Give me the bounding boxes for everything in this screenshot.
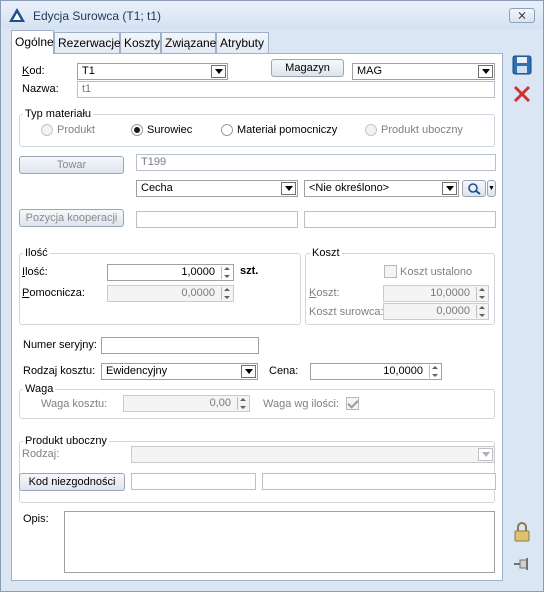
kod-niezgodnosci-button[interactable]: Kod niezgodności bbox=[19, 473, 125, 491]
koszt-value: 10,0000 bbox=[430, 287, 470, 299]
radio-produkt[interactable] bbox=[41, 124, 53, 136]
rodzaj-kosztu-select[interactable]: Ewidencyjny bbox=[101, 363, 258, 380]
pin-icon bbox=[514, 558, 528, 570]
pin-button[interactable] bbox=[510, 553, 534, 575]
dialog-window: Edycja Surowca (T1; t1) ⨯ Ogólne Rezerwa… bbox=[0, 0, 544, 592]
waga-wg-ilosci-checkbox[interactable] bbox=[346, 397, 359, 410]
kod-label: Kod: bbox=[22, 65, 45, 77]
koszt-surowca-input[interactable]: 0,0000 bbox=[383, 303, 489, 320]
nazwa-label: Nazwa: bbox=[22, 83, 59, 95]
search-button[interactable] bbox=[462, 180, 486, 197]
save-button[interactable] bbox=[510, 54, 534, 76]
towar-button[interactable]: Towar bbox=[19, 156, 124, 174]
magazyn-select[interactable]: MAG bbox=[352, 63, 495, 80]
pozycja-field-2[interactable] bbox=[304, 211, 496, 228]
radio-produkt-uboczny[interactable] bbox=[365, 124, 377, 136]
radio-surowiec-label: Surowiec bbox=[147, 124, 193, 136]
cecha-value-selected: <Nie określono> bbox=[309, 182, 390, 194]
spin-icon[interactable] bbox=[476, 287, 487, 300]
pomocnicza-label: Pomocnicza: bbox=[22, 287, 85, 299]
koszt-surowca-label: Koszt surowca: bbox=[309, 306, 384, 318]
app-logo-icon bbox=[9, 8, 25, 22]
produkt-uboczny-title: Produkt uboczny bbox=[23, 435, 109, 447]
chevron-down-icon[interactable] bbox=[281, 182, 296, 195]
pozycja-kooperacji-button[interactable]: Pozycja kooperacji bbox=[19, 209, 124, 227]
ilosc-input[interactable]: 1,0000 bbox=[107, 264, 234, 281]
title-bar: Edycja Surowca (T1; t1) ⨯ bbox=[1, 1, 543, 29]
lock-icon bbox=[514, 522, 530, 542]
towar-field[interactable]: T199 bbox=[136, 154, 496, 171]
chevron-down-icon[interactable] bbox=[478, 65, 493, 78]
koszt-label: Koszt: bbox=[309, 287, 340, 299]
nazwa-field[interactable]: t1 bbox=[77, 81, 495, 98]
rodzaj-kosztu-value: Ewidencyjny bbox=[106, 365, 168, 377]
spin-icon[interactable] bbox=[476, 305, 487, 318]
waga-group-title: Waga bbox=[23, 383, 56, 395]
magazyn-value: MAG bbox=[357, 65, 383, 77]
cancel-button[interactable] bbox=[510, 83, 534, 105]
chevron-down-icon[interactable] bbox=[241, 365, 256, 378]
chevron-down-icon[interactable] bbox=[478, 448, 493, 461]
search-icon bbox=[468, 183, 481, 195]
cecha-value: Cecha bbox=[141, 182, 173, 194]
cecha-select[interactable]: Cecha bbox=[136, 180, 298, 197]
radio-produkt-uboczny-label: Produkt uboczny bbox=[381, 124, 463, 136]
tab-atrybuty[interactable]: Atrybuty bbox=[216, 32, 269, 53]
typ-materialu-title: Typ materiału bbox=[23, 108, 94, 120]
save-icon bbox=[512, 55, 532, 75]
ilosc-value: 1,0000 bbox=[181, 266, 215, 278]
search-options-button[interactable]: ▼ bbox=[487, 180, 496, 197]
cecha-value-select[interactable]: <Nie określono> bbox=[304, 180, 459, 197]
rodzaj-select[interactable] bbox=[131, 446, 495, 463]
waga-wg-ilosci-label: Waga wg ilości: bbox=[263, 398, 340, 410]
lock-button[interactable] bbox=[510, 521, 534, 543]
rodzaj-label: Rodzaj: bbox=[22, 448, 60, 460]
cena-value: 10,0000 bbox=[383, 365, 423, 377]
radio-material-pomocniczy-label: Materiał pomocniczy bbox=[237, 124, 338, 136]
koszt-group-title: Koszt bbox=[310, 247, 342, 259]
chevron-down-icon[interactable] bbox=[442, 182, 457, 195]
opis-label: Opis: bbox=[23, 513, 49, 525]
chevron-down-icon: ▼ bbox=[488, 185, 495, 192]
tab-koszty[interactable]: Koszty bbox=[120, 32, 161, 53]
spin-icon[interactable] bbox=[221, 266, 232, 279]
kod-value: T1 bbox=[82, 65, 95, 77]
tab-ogolne[interactable]: Ogólne bbox=[11, 30, 54, 54]
koszt-surowca-value: 0,0000 bbox=[436, 305, 470, 317]
close-button[interactable]: ⨯ bbox=[509, 8, 535, 23]
koszt-ustalono-checkbox[interactable] bbox=[384, 265, 397, 278]
cena-input[interactable]: 10,0000 bbox=[310, 363, 442, 380]
window-title: Edycja Surowca (T1; t1) bbox=[33, 9, 162, 23]
ilosc-label: Ilość: bbox=[22, 266, 48, 278]
chevron-down-icon[interactable] bbox=[211, 65, 226, 78]
pomocnicza-value: 0,0000 bbox=[181, 287, 215, 299]
kod-niezgodnosci-field-1[interactable] bbox=[131, 473, 256, 490]
spin-icon[interactable] bbox=[429, 365, 440, 378]
kod-select[interactable]: T1 bbox=[77, 63, 228, 80]
kod-niezgodnosci-field-2[interactable] bbox=[262, 473, 496, 490]
waga-kosztu-value: 0,00 bbox=[209, 397, 231, 409]
tab-zwiazane[interactable]: Związane bbox=[161, 32, 216, 53]
waga-kosztu-label: Waga kosztu: bbox=[41, 398, 108, 410]
spin-icon[interactable] bbox=[237, 397, 248, 410]
magazyn-button[interactable]: Magazyn bbox=[271, 59, 344, 77]
ilosc-group-title: Ilość bbox=[23, 247, 50, 259]
spin-icon[interactable] bbox=[221, 287, 232, 300]
pozycja-field-1[interactable] bbox=[136, 211, 298, 228]
koszt-input[interactable]: 10,0000 bbox=[383, 285, 489, 302]
pomocnicza-input[interactable]: 0,0000 bbox=[107, 285, 234, 302]
cena-label: Cena: bbox=[269, 365, 299, 377]
rodzaj-kosztu-label: Rodzaj kosztu: bbox=[23, 365, 96, 377]
radio-produkt-label: Produkt bbox=[57, 124, 95, 136]
cancel-icon bbox=[513, 85, 531, 103]
numer-seryjny-label: Numer seryjny: bbox=[23, 339, 97, 351]
radio-surowiec[interactable] bbox=[131, 124, 143, 136]
radio-material-pomocniczy[interactable] bbox=[221, 124, 233, 136]
ilosc-unit: szt. bbox=[240, 265, 259, 277]
tab-rezerwacje[interactable]: Rezerwacje bbox=[54, 32, 121, 53]
opis-textarea[interactable] bbox=[64, 511, 495, 573]
waga-kosztu-input[interactable]: 0,00 bbox=[123, 395, 250, 412]
numer-seryjny-input[interactable] bbox=[101, 337, 259, 354]
koszt-ustalono-label: Koszt ustalono bbox=[400, 266, 473, 278]
